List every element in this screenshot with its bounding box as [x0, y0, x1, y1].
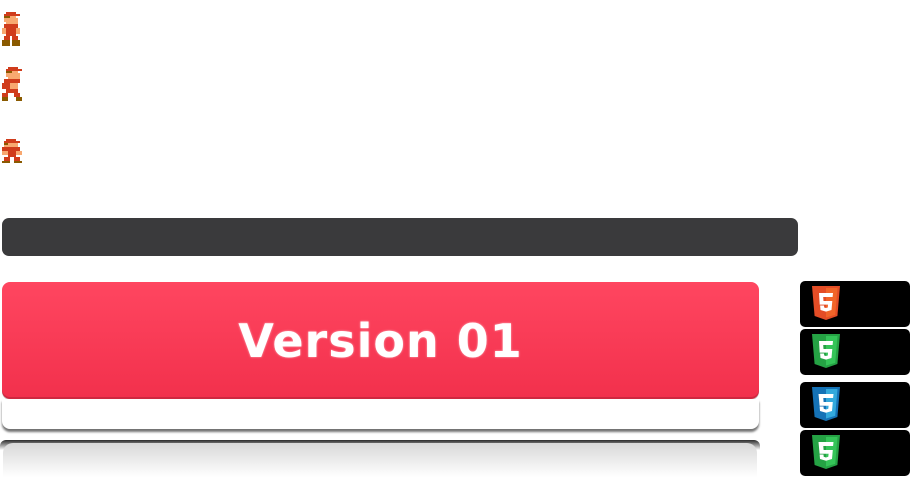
bottom-panel-inner	[3, 443, 757, 500]
version-button[interactable]: Version 01	[2, 282, 759, 399]
version-button-label: Version 01	[238, 313, 523, 368]
dark-header-bar	[2, 218, 798, 256]
mario-sprite-icon	[2, 12, 24, 46]
button-base-strip	[2, 399, 759, 429]
mario-sprite-icon	[2, 139, 24, 163]
html5-badge-orange[interactable]	[800, 281, 910, 327]
html5-icon	[812, 334, 840, 368]
html5-icon	[812, 286, 840, 320]
bottom-panel	[0, 440, 760, 500]
css3-badge-green[interactable]	[800, 430, 910, 476]
css3-icon	[812, 435, 840, 469]
css3-badge-blue[interactable]	[800, 382, 910, 428]
mario-sprite-icon	[2, 67, 24, 101]
html5-badge-green[interactable]	[800, 329, 910, 375]
css3-icon	[812, 387, 840, 421]
